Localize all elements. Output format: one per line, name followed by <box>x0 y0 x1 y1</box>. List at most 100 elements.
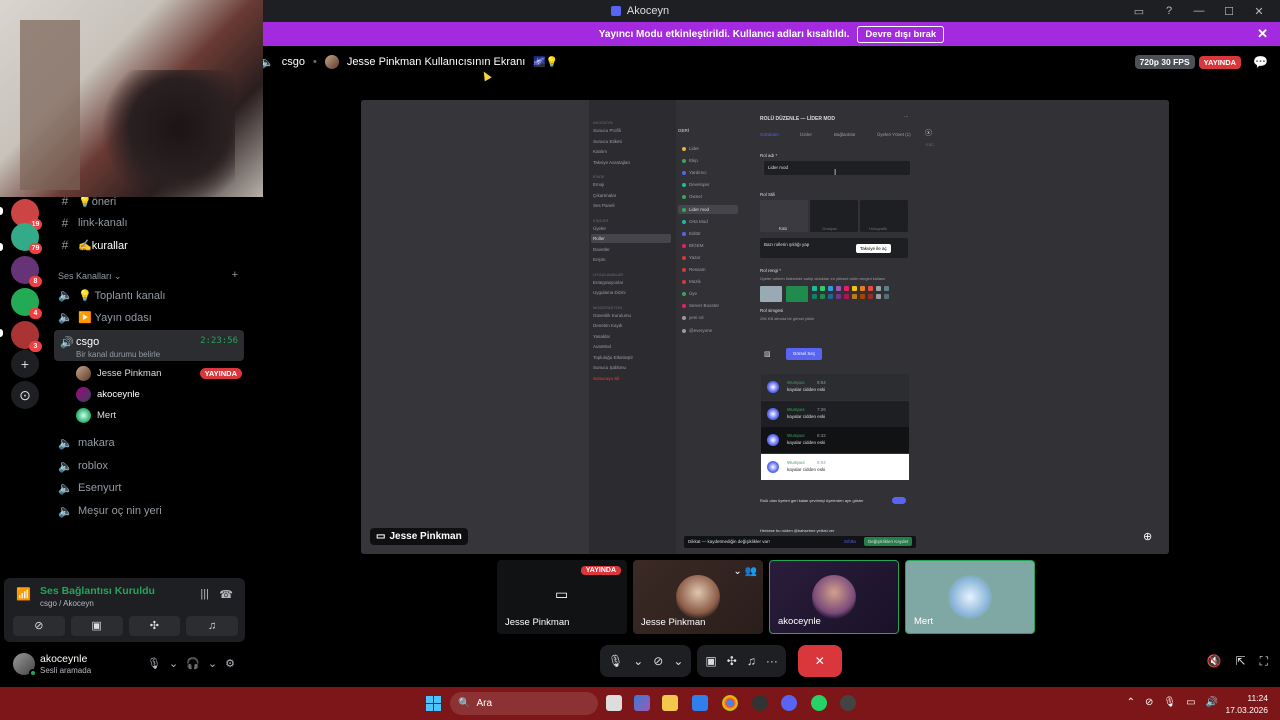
role-item[interactable]: Yazar <box>689 255 700 260</box>
menu-item[interactable]: Roller <box>593 236 605 241</box>
color-swatch[interactable] <box>820 294 825 299</box>
chevron-down-icon[interactable]: ⌄ <box>633 654 643 668</box>
style-option-holographic[interactable]: Holografik <box>860 200 908 232</box>
menu-item[interactable]: Entegrasyonlar <box>593 280 623 285</box>
voice-channel[interactable]: 🔈 Meşur oç nin yeri <box>58 501 162 521</box>
voice-location[interactable]: csgo / Akoceyn <box>40 599 94 608</box>
menu-item[interactable]: Emoji <box>593 182 604 187</box>
color-swatch[interactable] <box>844 294 849 299</box>
menu-item[interactable]: AutoMod <box>593 344 611 349</box>
voice-member[interactable]: Jesse Pinkman YAYINDA <box>76 364 242 382</box>
menu-item[interactable]: Üyeler <box>593 226 606 231</box>
more-icon[interactable]: ··· <box>766 654 778 668</box>
boost-button[interactable]: Takviye ile aç <box>856 244 891 253</box>
color-swatch[interactable] <box>876 286 881 291</box>
chevron-down-icon[interactable]: ⌄ <box>673 654 683 668</box>
voice-category[interactable]: Ses Kanalları ⌄ <box>58 271 122 282</box>
color-swatch[interactable] <box>836 286 841 291</box>
taskbar-search[interactable]: 🔍 Ara <box>450 692 598 715</box>
menu-item[interactable]: Güvenlik Kurulumu <box>593 313 631 318</box>
server-icon-5[interactable]: 3 <box>11 321 42 352</box>
voice-status[interactable]: Ses Bağlantısı Kuruldu <box>40 585 155 597</box>
participant-tile[interactable]: Mert <box>905 560 1035 634</box>
display-icon[interactable]: ▭ <box>1186 697 1195 708</box>
text-channel[interactable]: # ✍️kurallar <box>58 235 128 255</box>
zoom-icon[interactable]: ⊕ <box>1143 530 1152 543</box>
discord-taskbar-icon[interactable] <box>781 695 797 711</box>
save-changes-button[interactable]: Değişiklikleri Kaydet <box>864 537 913 546</box>
shared-screen[interactable]: AKOCEYN Sunucu Profili Sunucu Etiketi Katıl… <box>361 100 1169 554</box>
menu-item[interactable]: Yasaklar <box>593 334 610 339</box>
active-voice-channel[interactable]: 🔊 csgo 2:23:56 Bir kanal durumu belirle <box>54 330 244 361</box>
microphone-icon[interactable]: 🎙 <box>608 654 623 668</box>
signal-icon[interactable]: 📶 <box>16 587 31 601</box>
volume-icon[interactable]: 🔊 <box>1206 697 1218 708</box>
voice-member[interactable]: Mert <box>76 406 116 424</box>
fullscreen-icon[interactable]: ⛶ <box>1260 654 1268 669</box>
explore-servers-button[interactable]: ⊙ <box>11 381 39 409</box>
role-item[interactable]: Editör <box>689 231 701 236</box>
steam-icon[interactable] <box>840 695 856 711</box>
menu-item[interactable]: Ses Paneli <box>593 203 615 208</box>
popout-icon[interactable]: ⇱ <box>1236 654 1246 669</box>
role-item[interactable]: @everyone <box>689 328 712 333</box>
menu-item[interactable]: Sunucu Profili <box>593 128 621 133</box>
menu-item[interactable]: Sunucu Şablonu <box>593 365 626 370</box>
menu-item[interactable]: Davetler <box>593 247 610 252</box>
select-image-button[interactable]: Görsel Seç <box>786 348 822 360</box>
chevron-down-icon[interactable]: ⌄ 👥 <box>733 566 757 577</box>
color-swatch[interactable] <box>812 286 817 291</box>
tab-links[interactable]: Bağlantılar <box>834 132 856 137</box>
activities-button[interactable]: ✣ <box>128 616 181 636</box>
tab-permissions[interactable]: İzinler <box>800 132 812 137</box>
tab-manage-members[interactable]: Üyeleri Yönet (1) <box>877 132 911 137</box>
voice-channel[interactable]: 🔈 💡 Toplantı kanalı <box>58 285 166 305</box>
camera-off-button[interactable]: ⊘ <box>13 616 65 636</box>
close-icon[interactable]: ⓧ <box>925 128 932 138</box>
widgets-icon[interactable] <box>634 695 650 711</box>
color-swatch[interactable] <box>884 286 889 291</box>
role-item[interactable]: Server Booster <box>689 303 719 308</box>
menu-item[interactable]: Çıkartmalar <box>593 193 616 198</box>
noise-suppression-icon[interactable]: ||| <box>200 588 209 600</box>
inbox-icon[interactable]: ▭ <box>1126 5 1152 18</box>
screen-share-button[interactable]: ▣ <box>70 616 123 636</box>
close-notice-icon[interactable]: ✕ <box>1257 26 1268 42</box>
role-item[interactable]: Orta Mod <box>689 219 708 224</box>
voice-channel[interactable]: 🔈 Esenyurt <box>58 478 121 498</box>
default-color-swatch[interactable] <box>760 286 782 302</box>
role-item[interactable]: Ressam <box>689 267 706 272</box>
disable-streamer-mode-button[interactable]: Devre dışı bırak <box>857 25 945 43</box>
menu-item[interactable]: Katılım <box>593 149 607 154</box>
role-item[interactable]: Lider mod <box>689 207 709 212</box>
server-icon-4[interactable]: 4 <box>11 288 42 319</box>
text-channel[interactable]: # link-kanalı <box>58 213 128 233</box>
color-swatch[interactable] <box>860 294 865 299</box>
minimize-button[interactable]: — <box>1186 5 1212 17</box>
color-swatch[interactable] <box>884 294 889 299</box>
color-swatch[interactable] <box>868 286 873 291</box>
task-view-icon[interactable] <box>606 695 622 711</box>
channel-status-prompt[interactable]: Bir kanal durumu belirle <box>76 350 160 359</box>
disconnect-icon[interactable]: ☎ <box>219 588 233 601</box>
menu-item[interactable]: Erişim <box>593 257 606 262</box>
volume-mute-icon[interactable]: 🔇 <box>1207 654 1222 669</box>
clock[interactable]: 11:24 17.03.2026 <box>1225 692 1268 716</box>
color-swatch[interactable] <box>828 294 833 299</box>
tab-appearance[interactable]: Görünüm <box>760 132 779 137</box>
color-swatch[interactable] <box>860 286 865 291</box>
file-explorer-icon[interactable] <box>662 695 678 711</box>
add-channel-icon[interactable]: + <box>232 269 238 281</box>
role-item[interactable]: Yardımcı <box>689 170 707 175</box>
role-name-input[interactable]: Lider mod <box>764 161 910 175</box>
headphones-icon[interactable]: 🎧 <box>186 657 200 670</box>
soundboard-icon[interactable]: ♫ <box>747 654 756 668</box>
gear-icon[interactable]: ⚙ <box>225 657 235 670</box>
color-swatch[interactable] <box>812 294 817 299</box>
more-icon[interactable]: ··· <box>904 114 909 119</box>
color-swatch[interactable] <box>828 286 833 291</box>
style-option-solid[interactable]: Katı <box>760 200 808 232</box>
settings-icon[interactable] <box>752 695 768 711</box>
color-swatch[interactable] <box>852 294 857 299</box>
store-icon[interactable] <box>692 695 708 711</box>
